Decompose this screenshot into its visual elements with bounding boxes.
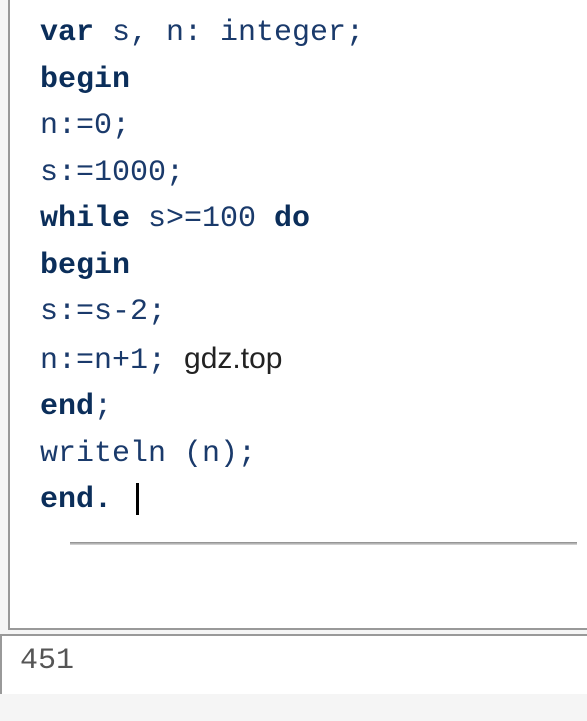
code-text: ;	[94, 390, 112, 424]
code-text: s, n: integer;	[94, 16, 364, 50]
output-pane[interactable]: 451	[0, 634, 587, 694]
keyword-var: var	[40, 16, 94, 50]
text-cursor-icon	[136, 483, 139, 515]
panel-divider	[70, 542, 577, 545]
code-text: s>=100	[130, 202, 274, 236]
code-line: writeln (n);	[40, 431, 587, 478]
code-line: while s>=100 do	[40, 196, 587, 243]
code-line: end;	[40, 384, 587, 431]
keyword-begin: begin	[40, 249, 130, 283]
output-value: 451	[20, 644, 587, 678]
keyword-end: end.	[40, 483, 112, 517]
panel-divider-wrap	[40, 524, 587, 553]
code-line: n:=0;	[40, 103, 587, 150]
code-editor-pane[interactable]: var s, n: integer; begin n:=0; s:=1000; …	[8, 0, 587, 630]
code-line: s:=1000;	[40, 150, 587, 197]
keyword-do: do	[274, 202, 310, 236]
code-line: begin	[40, 57, 587, 104]
code-line: begin	[40, 243, 587, 290]
watermark-text: gdz.top	[184, 342, 282, 375]
code-text: writeln (n);	[40, 437, 256, 471]
code-text	[112, 483, 130, 517]
code-text: s:=1000;	[40, 156, 184, 190]
code-line: s:=s-2;	[40, 289, 587, 336]
keyword-begin: begin	[40, 63, 130, 97]
keyword-while: while	[40, 202, 130, 236]
code-line: end.	[40, 477, 587, 524]
code-text: s:=s-2;	[40, 295, 166, 329]
code-line: var s, n: integer;	[40, 10, 587, 57]
keyword-end: end	[40, 390, 94, 424]
code-text: n:=0;	[40, 109, 130, 143]
code-line: n:=n+1; gdz.top	[40, 336, 587, 385]
code-text: n:=n+1;	[40, 344, 184, 378]
